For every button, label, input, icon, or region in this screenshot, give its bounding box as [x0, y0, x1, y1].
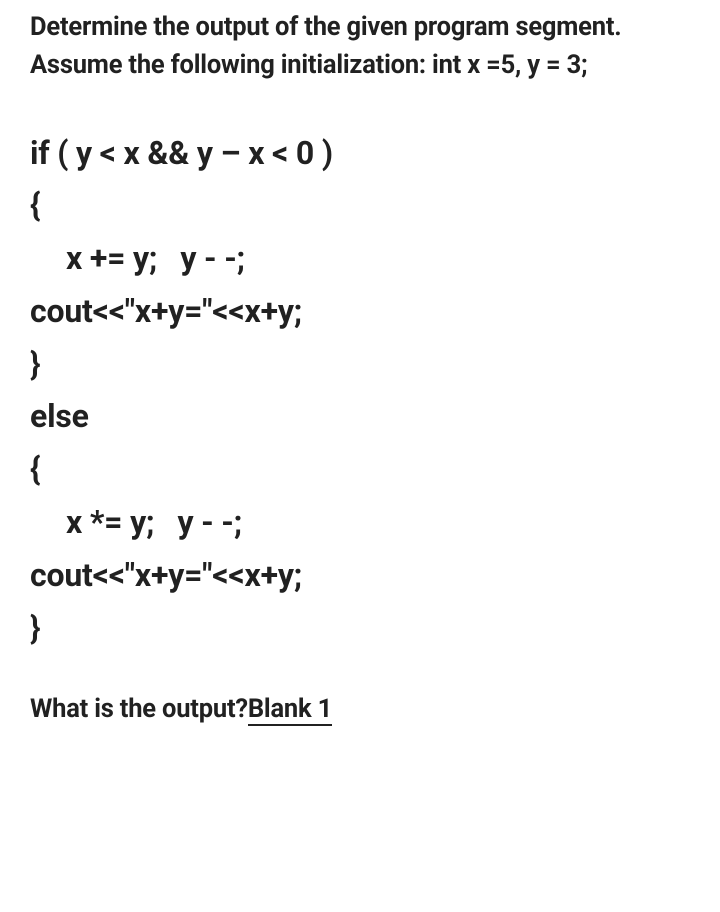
code-block: if ( y < x && y – x < 0 ) { x += y; y - … — [30, 127, 690, 655]
code-line-6: else — [30, 390, 690, 443]
code-line-3: x += y; y - -; — [30, 232, 690, 285]
problem-intro: Determine the output of the given progra… — [30, 8, 690, 85]
code-line-2: { — [30, 179, 690, 232]
code-line-1: if ( y < x && y – x < 0 ) — [30, 127, 690, 180]
blank-input[interactable]: Blank 1 — [248, 694, 332, 726]
code-line-5: } — [30, 338, 690, 391]
code-line-9: cout<<"x+y="<<x+y; — [30, 549, 690, 602]
code-line-10: } — [30, 602, 690, 655]
code-line-4: cout<<"x+y="<<x+y; — [30, 285, 690, 338]
question-section: What is the output?Blank 1 — [30, 694, 690, 726]
code-line-8: x *= y; y - -; — [30, 496, 690, 549]
output-question: What is the output? — [30, 694, 248, 724]
code-line-7: { — [30, 443, 690, 496]
